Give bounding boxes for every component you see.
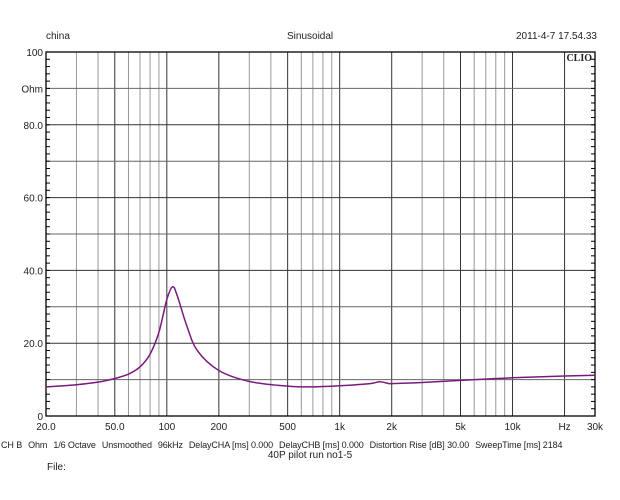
x-tick-label: 500 xyxy=(279,422,296,433)
x-tick-label: 1k xyxy=(334,422,346,433)
y-tick-label: 100 xyxy=(26,48,43,59)
y-tick-label: 60.0 xyxy=(24,194,44,205)
file-label: File: xyxy=(47,462,66,473)
clio-logo: CLIO xyxy=(566,53,592,64)
footer-param: CH B xyxy=(1,440,23,450)
x-tick-label: 5k xyxy=(455,422,467,433)
footer-param: Distortion Rise [dB] 30.00 xyxy=(369,440,470,450)
footer-param: 96kHz xyxy=(157,440,183,450)
y-tick-label: Ohm xyxy=(21,84,43,95)
y-tick-label: 20.0 xyxy=(24,339,44,350)
footer-param: 1/6 Octave xyxy=(53,440,96,450)
x-tick-label: 100 xyxy=(158,422,175,433)
y-tick-label: 40.0 xyxy=(24,266,44,277)
x-tick-label: 200 xyxy=(211,422,228,433)
footer-param: Ohm xyxy=(28,440,48,450)
x-tick-label: 50.0 xyxy=(105,422,125,433)
footer-title: 40P pilot run no1-5 xyxy=(267,450,353,461)
footer-params: CH B Ohm 1/6 Octave Unsmoothed 96kHz DelayCHA… xyxy=(1,440,563,450)
footer-param: DelayCHB [ms] 0.000 xyxy=(279,440,364,450)
y-tick-label: 80.0 xyxy=(24,121,44,132)
impedance-chart: 100Ohm80.060.040.020.0020.0 50.0 100 200 500… xyxy=(21,48,604,433)
footer-param: DelayCHA [ms] 0.000 xyxy=(188,440,274,450)
x-tick-label: 20.0 xyxy=(36,422,56,433)
x-tick-label: 2k xyxy=(386,422,398,433)
footer-param: Unsmoothed xyxy=(101,440,152,450)
x-tick-label: Hz xyxy=(558,422,570,433)
footer-param: SweepTime [ms] 2184 xyxy=(475,440,563,450)
x-tick-label: 30k xyxy=(587,422,604,433)
x-tick-label: 10k xyxy=(504,422,521,433)
